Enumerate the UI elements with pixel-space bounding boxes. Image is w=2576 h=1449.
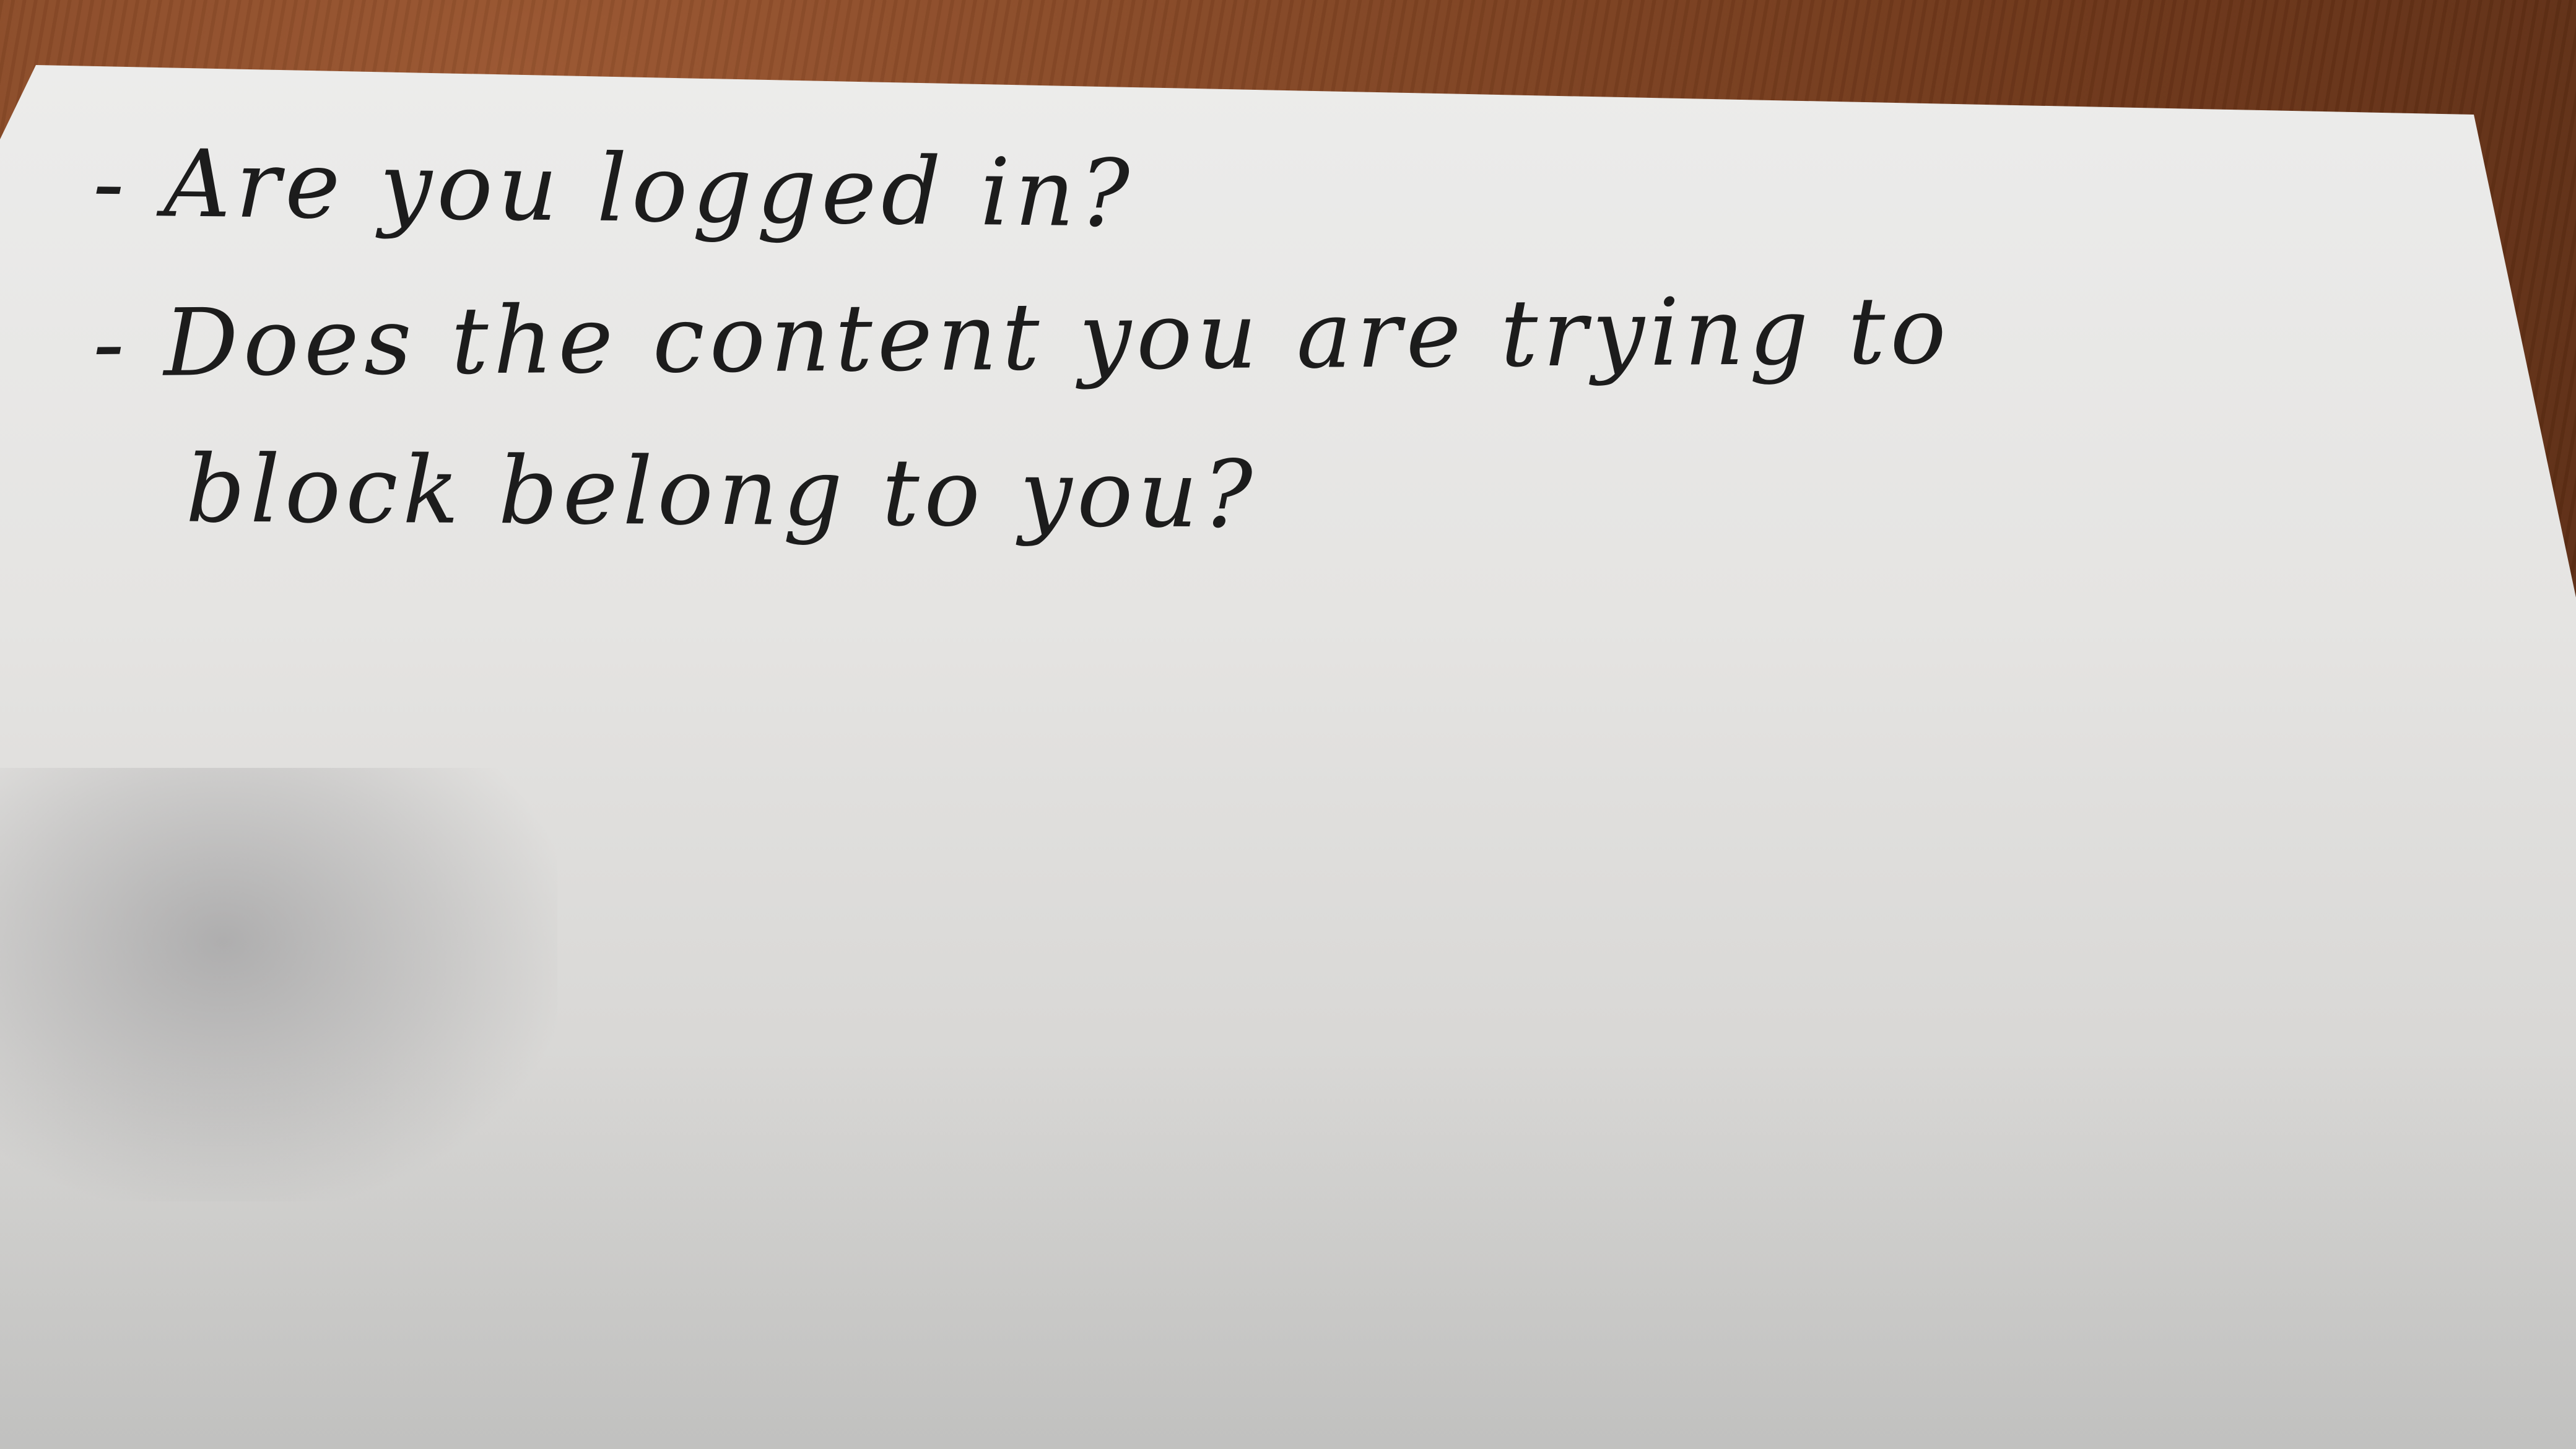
note-line-logged-in: - Are you logged in? — [92, 129, 1135, 248]
note-line-belong: block belong to you? — [185, 435, 1258, 549]
note-line-content-question: - Does the content you are trying to — [92, 277, 1952, 398]
index-card — [0, 65, 2576, 1449]
